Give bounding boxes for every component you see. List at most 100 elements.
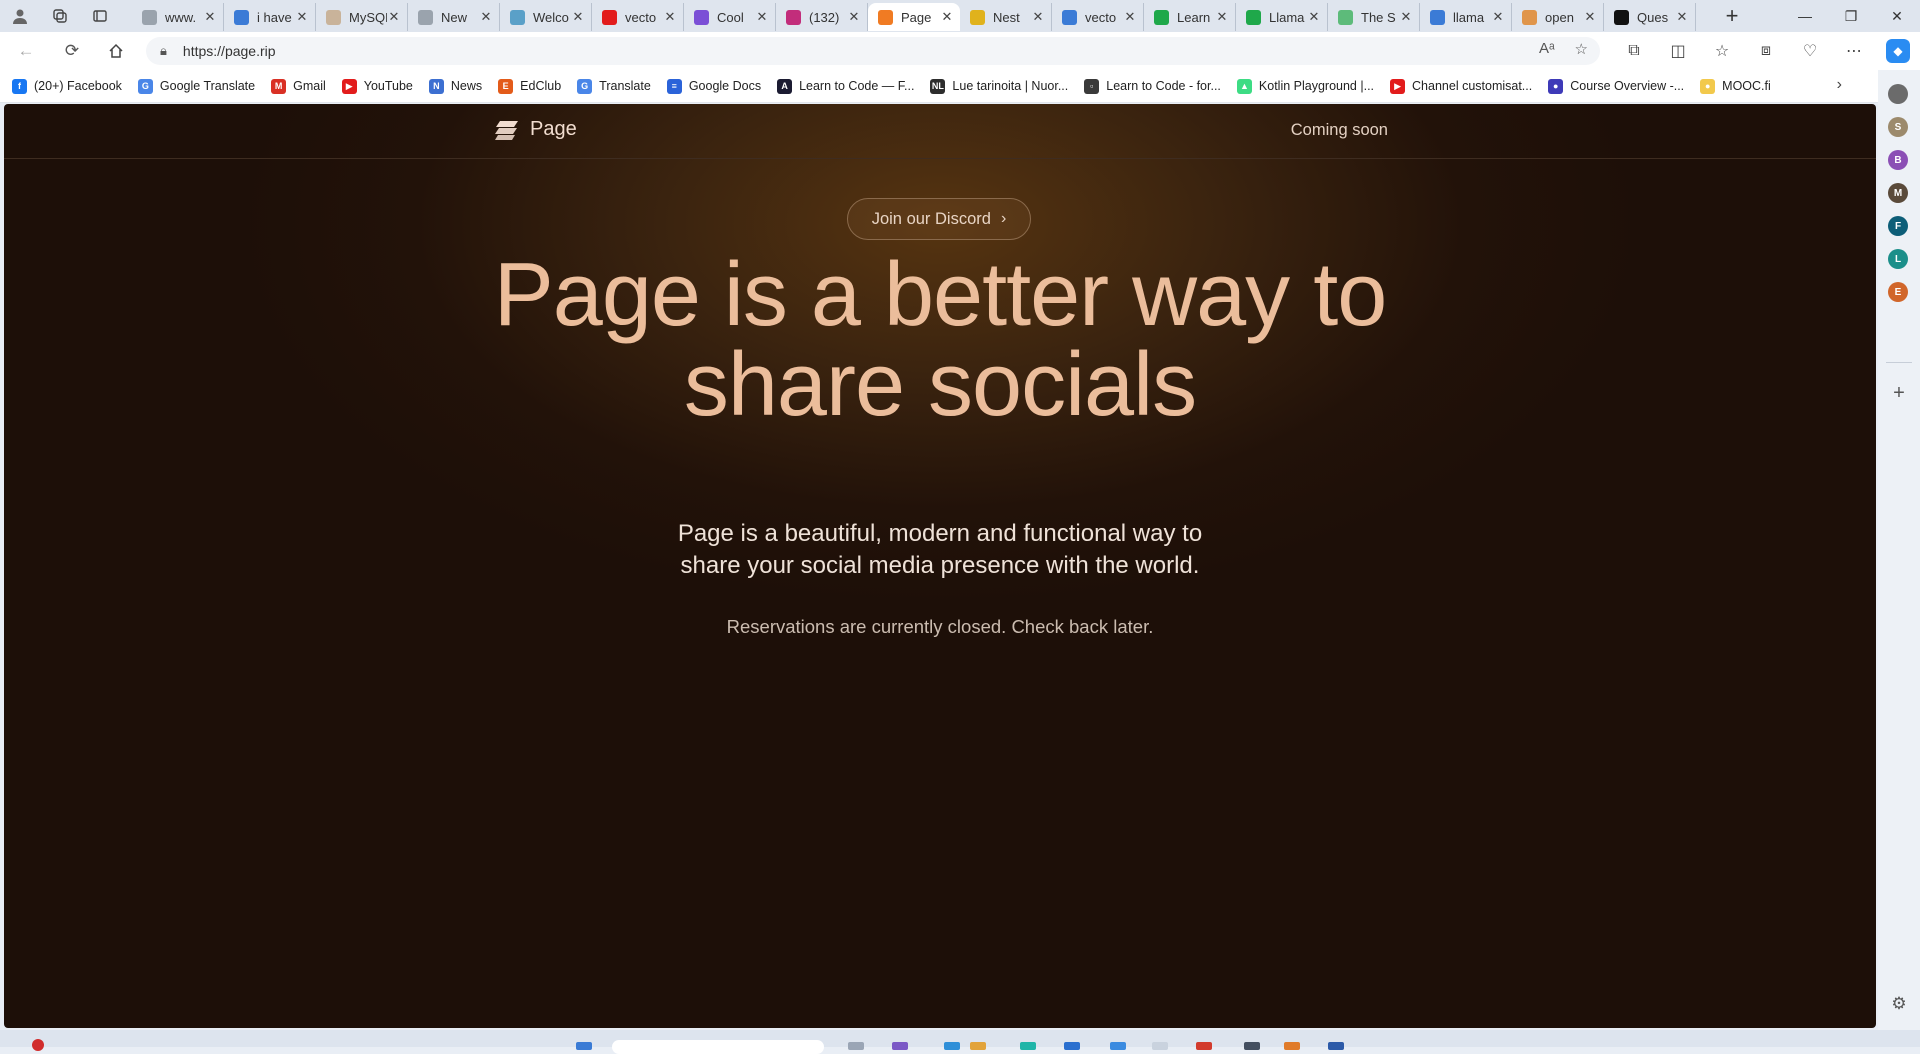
bookmark-item[interactable]: ▫ Learn to Code - for... [1084, 78, 1221, 94]
taskbar-app-icon[interactable] [1064, 1042, 1080, 1050]
taskbar-app-icon[interactable] [1196, 1042, 1212, 1050]
bookmark-item[interactable]: ≡ Google Docs [666, 78, 761, 94]
back-icon[interactable]: ← [10, 36, 42, 66]
taskbar-edge-icon[interactable] [1020, 1042, 1036, 1050]
doc-icon: ▫ [1084, 78, 1100, 94]
browser-tab[interactable]: Ques ✕ [1604, 3, 1696, 31]
bookmark-item[interactable]: ▶ YouTube [341, 78, 413, 94]
coming-soon-link[interactable]: Coming soon [1291, 121, 1388, 140]
tab-actions-icon[interactable] [80, 0, 120, 32]
browser-tab[interactable]: The S ✕ [1328, 3, 1420, 31]
taskbar-app-icon[interactable] [1284, 1042, 1300, 1050]
close-tab-icon[interactable]: ✕ [479, 9, 493, 25]
profile-icon[interactable] [0, 0, 40, 32]
browser-tab[interactable]: Learn ✕ [1144, 3, 1236, 31]
bookmark-item[interactable]: N News [428, 78, 482, 94]
browser-tab[interactable]: open ✕ [1512, 3, 1604, 31]
bookmark-item[interactable]: E EdClub [498, 78, 561, 94]
bookmarks-overflow-chevron-icon[interactable]: › [1837, 76, 1842, 94]
taskbar-app-icon[interactable] [1110, 1042, 1126, 1050]
workspaces-icon[interactable] [40, 0, 80, 32]
close-tab-icon[interactable]: ✕ [847, 9, 861, 25]
bookmark-item[interactable]: f (20+) Facebook [12, 78, 122, 94]
refresh-icon[interactable]: ⟳ [56, 36, 88, 66]
search-icon [1062, 9, 1077, 25]
close-tab-icon[interactable]: ✕ [1031, 9, 1045, 25]
restore-icon[interactable]: ❐ [1828, 0, 1874, 32]
favorites-icon[interactable]: ☆ [1700, 36, 1744, 66]
bookmark-item[interactable]: M Gmail [271, 78, 326, 94]
split-screen-icon[interactable]: ◫ [1656, 36, 1700, 66]
close-tab-icon[interactable]: ✕ [1675, 9, 1689, 25]
add-sidebar-app-icon[interactable]: + [1888, 382, 1910, 405]
start-icon[interactable] [576, 1042, 592, 1050]
sidebar-settings-icon[interactable]: ⚙ [1888, 994, 1910, 1014]
browser-tab[interactable]: MySQL✕ [316, 3, 408, 31]
taskbar-app-icon[interactable] [944, 1042, 960, 1050]
browser-tab[interactable]: Welco ✕ [500, 3, 592, 31]
close-window-icon[interactable]: ✕ [1874, 0, 1920, 32]
home-icon[interactable] [100, 36, 132, 66]
bookmark-item[interactable]: ▲ Kotlin Playground |... [1236, 78, 1374, 94]
collections-icon[interactable]: ⧈ [1744, 36, 1788, 66]
bookmark-item[interactable]: ▶ Channel customisat... [1390, 78, 1532, 94]
close-tab-icon[interactable]: ✕ [1399, 9, 1413, 25]
close-tab-icon[interactable]: ✕ [203, 9, 217, 25]
browser-tab[interactable]: www. ✕ [132, 3, 224, 31]
sidebar-app-icon[interactable]: M [1888, 183, 1908, 203]
bookmark-item[interactable]: G Google Translate [137, 78, 255, 94]
bookmark-item[interactable]: ● MOOC.fi [1700, 78, 1771, 94]
new-tab-button[interactable]: + [1716, 0, 1748, 32]
read-aloud-icon[interactable]: A͏ᵃ [1539, 40, 1555, 58]
browser-tab[interactable]: Llama ✕ [1236, 3, 1328, 31]
sidebar-app-icon[interactable]: E [1888, 282, 1908, 302]
browser-tab[interactable]: Cool ✕ [684, 3, 776, 31]
sidebar-app-icon[interactable]: F [1888, 216, 1908, 236]
taskbar-app-icon[interactable] [892, 1042, 908, 1050]
browser-tab[interactable]: New ✕ [408, 3, 500, 31]
close-tab-icon[interactable]: ✕ [663, 9, 677, 25]
close-tab-icon[interactable]: ✕ [940, 9, 954, 25]
site-info-icon[interactable]: 🔒︎ [160, 43, 167, 59]
copilot-icon[interactable]: ◆ [1886, 39, 1910, 63]
browser-tab[interactable]: Page ✕ [868, 3, 960, 31]
browser-tab[interactable]: (132) ✕ [776, 3, 868, 31]
more-menu-icon[interactable]: ⋯ [1832, 36, 1876, 66]
taskbar-app-icon[interactable] [1244, 1042, 1260, 1050]
address-bar[interactable]: 🔒︎ https://page.rip A͏ᵃ ☆ [146, 37, 1600, 65]
site-logo[interactable]: Page [494, 118, 577, 141]
close-tab-icon[interactable]: ✕ [571, 9, 585, 25]
close-tab-icon[interactable]: ✕ [295, 9, 309, 25]
minimize-icon[interactable]: — [1782, 0, 1828, 32]
extensions-icon[interactable]: ⧉ [1612, 36, 1656, 66]
favorite-star-icon[interactable]: ☆ [1575, 40, 1588, 58]
taskbar-app-icon[interactable] [848, 1042, 864, 1050]
taskbar-app-icon[interactable] [1328, 1042, 1344, 1050]
close-tab-icon[interactable]: ✕ [387, 9, 401, 25]
close-tab-icon[interactable]: ✕ [755, 9, 769, 25]
close-tab-icon[interactable]: ✕ [1123, 9, 1137, 25]
url-text[interactable]: https://page.rip [183, 43, 276, 59]
bookmark-item[interactable]: ● Course Overview -... [1548, 78, 1684, 94]
bookmark-item[interactable]: G Translate [577, 78, 651, 94]
bookmark-item[interactable]: NL Lue tarinoita | Nuor... [930, 78, 1068, 94]
sidebar-app-icon[interactable]: S [1888, 117, 1908, 137]
browser-tab[interactable]: vecto ✕ [592, 3, 684, 31]
close-tab-icon[interactable]: ✕ [1491, 9, 1505, 25]
close-tab-icon[interactable]: ✕ [1307, 9, 1321, 25]
close-tab-icon[interactable]: ✕ [1215, 9, 1229, 25]
sidebar-app-icon[interactable] [1888, 84, 1908, 104]
sidebar-app-icon[interactable]: B [1888, 150, 1908, 170]
browser-essentials-icon[interactable]: ♡ [1788, 36, 1832, 66]
sidebar-app-icon[interactable]: L [1888, 249, 1908, 269]
browser-tab[interactable]: i have ✕ [224, 3, 316, 31]
browser-tab[interactable]: vecto ✕ [1052, 3, 1144, 31]
browser-tab[interactable]: Nest ✕ [960, 3, 1052, 31]
taskbar-search[interactable] [612, 1040, 824, 1054]
browser-tab[interactable]: llama ✕ [1420, 3, 1512, 31]
taskbar-app-icon[interactable] [970, 1042, 986, 1050]
close-tab-icon[interactable]: ✕ [1583, 9, 1597, 25]
join-discord-button[interactable]: Join our Discord › [847, 198, 1031, 240]
bookmark-item[interactable]: A Learn to Code — F... [777, 78, 914, 94]
taskbar-app-icon[interactable] [1152, 1042, 1168, 1050]
